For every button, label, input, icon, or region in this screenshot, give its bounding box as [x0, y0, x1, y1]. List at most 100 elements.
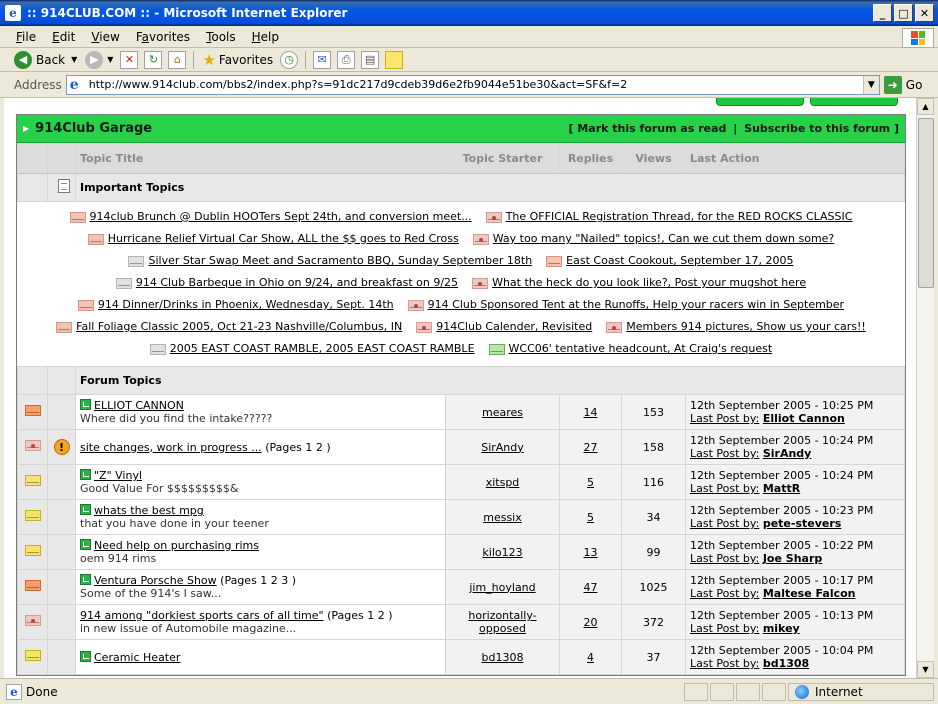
important-topic[interactable]: 914 Club Sponsored Tent at the Runoffs, …	[407, 294, 844, 316]
messenger-icon[interactable]	[385, 50, 404, 69]
new-post-icon[interactable]	[80, 574, 91, 585]
address-dropdown-icon[interactable]: ▼	[862, 75, 879, 94]
important-topic[interactable]: What the heck do you look like?, Post yo…	[472, 272, 806, 294]
address-url[interactable]: http://www.914club.com/bbs2/index.php?s=…	[89, 78, 863, 91]
important-topic-link[interactable]: 914club Brunch @ Dublin HOOTers Sept 24t…	[90, 206, 472, 228]
home-icon[interactable]: ⌂	[168, 50, 187, 69]
replies-link[interactable]: 13	[584, 546, 598, 559]
topic-link[interactable]: "Z" Vinyl	[94, 469, 142, 482]
last-poster-link[interactable]: Elliot Cannon	[763, 412, 845, 425]
replies-link[interactable]: 5	[587, 476, 594, 489]
topic-link[interactable]: 914 among "dorkiest sports cars of all t…	[80, 609, 324, 622]
replies-link[interactable]: 27	[584, 441, 598, 454]
menu-tools[interactable]: Tools	[198, 30, 244, 44]
menu-edit[interactable]: Edit	[44, 30, 83, 44]
last-poster-link[interactable]: SirAndy	[763, 447, 812, 460]
back-dropdown-icon[interactable]: ▼	[71, 55, 77, 64]
menu-file[interactable]: File	[8, 30, 44, 44]
new-post-icon[interactable]	[80, 504, 91, 515]
go-button[interactable]: ➜ Go	[883, 75, 922, 94]
topic-link[interactable]: ELLIOT CANNON	[94, 399, 184, 412]
topic-starter-link[interactable]: kilo123	[482, 546, 522, 559]
replies-link[interactable]: 20	[584, 616, 598, 629]
important-topic[interactable]: WCC06' tentative headcount, At Craig's r…	[488, 338, 773, 360]
last-poster-link[interactable]: bd1308	[763, 657, 809, 670]
back-button[interactable]: ◀ Back ▼	[10, 49, 81, 71]
history-icon[interactable]: ◷	[280, 50, 299, 69]
important-topic-link[interactable]: Silver Star Swap Meet and Sacramento BBQ…	[148, 250, 532, 272]
important-topic[interactable]: Silver Star Swap Meet and Sacramento BBQ…	[128, 250, 532, 272]
stop-icon[interactable]: ✕	[120, 50, 139, 69]
replies-link[interactable]: 47	[584, 581, 598, 594]
last-poster-link[interactable]: Joe Sharp	[763, 552, 822, 565]
important-topic-link[interactable]: What the heck do you look like?, Post yo…	[492, 272, 806, 294]
refresh-icon[interactable]: ↻	[144, 50, 163, 69]
important-topic-link[interactable]: Fall Foliage Classic 2005, Oct 21-23 Nas…	[76, 316, 402, 338]
replies-link[interactable]: 14	[584, 406, 598, 419]
topic-pages[interactable]: (Pages 1 2 3 )	[220, 574, 296, 587]
important-topic[interactable]: The OFFICIAL Registration Thread, for th…	[485, 206, 853, 228]
topic-link[interactable]: Need help on purchasing rims	[94, 539, 259, 552]
important-topic-link[interactable]: Members 914 pictures, Show us your cars!…	[626, 316, 866, 338]
print-icon[interactable]: ⎙	[337, 50, 356, 69]
topic-pages[interactable]: (Pages 1 2 )	[265, 441, 330, 454]
important-topic[interactable]: Members 914 pictures, Show us your cars!…	[606, 316, 866, 338]
important-topic[interactable]: Fall Foliage Classic 2005, Oct 21-23 Nas…	[56, 316, 402, 338]
new-poll-button[interactable]	[810, 98, 898, 106]
edit-page-icon[interactable]: ▤	[361, 50, 380, 69]
replies-link[interactable]: 4	[587, 651, 594, 664]
topic-starter-link[interactable]: jim_hoyland	[469, 581, 535, 594]
important-topic-link[interactable]: East Coast Cookout, September 17, 2005	[566, 250, 793, 272]
address-input[interactable]: e http://www.914club.com/bbs2/index.php?…	[65, 74, 880, 95]
important-topic-link[interactable]: Way too many "Nailed" topics!, Can we cu…	[493, 228, 835, 250]
topic-link[interactable]: whats the best mpg	[94, 504, 204, 517]
last-poster-link[interactable]: pete-stevers	[763, 517, 842, 530]
new-post-icon[interactable]	[80, 539, 91, 550]
important-topic-link[interactable]: 914 Club Sponsored Tent at the Runoffs, …	[428, 294, 844, 316]
forward-button[interactable]: ▶ ▼	[81, 49, 117, 71]
page-viewport[interactable]: ▶ 914Club Garage [ Mark this forum as re…	[4, 98, 916, 678]
important-topic-link[interactable]: 2005 EAST COAST RAMBLE, 2005 EAST COAST …	[170, 338, 475, 360]
vertical-scrollbar[interactable]: ▲ ▼	[916, 98, 934, 678]
topic-link[interactable]: site changes, work in progress ...	[80, 441, 262, 454]
scroll-up-icon[interactable]: ▲	[917, 98, 934, 115]
new-post-icon[interactable]	[80, 650, 91, 662]
last-poster-link[interactable]: MattR	[763, 482, 800, 495]
important-topic[interactable]: Way too many "Nailed" topics!, Can we cu…	[472, 228, 835, 250]
important-topic[interactable]: East Coast Cookout, September 17, 2005	[546, 250, 794, 272]
window-titlebar[interactable]: e :: 914CLUB.COM :: - Microsoft Internet…	[0, 0, 938, 26]
menu-view[interactable]: View	[83, 30, 127, 44]
topic-starter-link[interactable]: meares	[482, 406, 523, 419]
favorites-button[interactable]: ★ Favorites	[198, 49, 277, 71]
important-topic-link[interactable]: Hurricane Relief Virtual Car Show, ALL t…	[108, 228, 459, 250]
important-topic-link[interactable]: 914 Dinner/Drinks in Phoenix, Wednesday,…	[98, 294, 394, 316]
mark-read-link[interactable]: Mark this forum as read	[577, 122, 726, 135]
important-topic[interactable]: Hurricane Relief Virtual Car Show, ALL t…	[87, 228, 459, 250]
new-post-icon[interactable]	[80, 399, 91, 410]
important-topic-link[interactable]: 914 Club Barbeque in Ohio on 9/24, and b…	[136, 272, 458, 294]
important-topic-link[interactable]: 914Club Calender, Revisited	[436, 316, 592, 338]
scroll-thumb[interactable]	[918, 118, 934, 288]
topic-starter-link[interactable]: messix	[483, 511, 522, 524]
topic-pages[interactable]: (Pages 1 2 )	[327, 609, 392, 622]
important-topic[interactable]: 914club Brunch @ Dublin HOOTers Sept 24t…	[69, 206, 472, 228]
important-topic[interactable]: 914 Dinner/Drinks in Phoenix, Wednesday,…	[77, 294, 394, 316]
last-poster-link[interactable]: Maltese Falcon	[763, 587, 856, 600]
topic-starter-link[interactable]: horizontally-opposed	[463, 609, 543, 635]
subscribe-link[interactable]: Subscribe to this forum	[744, 122, 890, 135]
topic-link[interactable]: Ceramic Heater	[94, 651, 180, 664]
menu-favorites[interactable]: Favorites	[128, 30, 198, 44]
replies-link[interactable]: 5	[587, 511, 594, 524]
close-button[interactable]: ✕	[915, 4, 934, 22]
important-topic[interactable]: 914 Club Barbeque in Ohio on 9/24, and b…	[115, 272, 458, 294]
last-poster-link[interactable]: mikey	[763, 622, 800, 635]
important-topic-link[interactable]: The OFFICIAL Registration Thread, for th…	[506, 206, 853, 228]
topic-starter-link[interactable]: xitspd	[486, 476, 520, 489]
important-topic-link[interactable]: WCC06' tentative headcount, At Craig's r…	[509, 338, 773, 360]
collapse-arrow-icon[interactable]: ▶	[23, 124, 29, 133]
topic-link[interactable]: Ventura Porsche Show	[94, 574, 217, 587]
scroll-down-icon[interactable]: ▼	[917, 661, 934, 678]
important-topic[interactable]: 2005 EAST COAST RAMBLE, 2005 EAST COAST …	[149, 338, 475, 360]
important-topic[interactable]: 914Club Calender, Revisited	[416, 316, 592, 338]
maximize-button[interactable]: □	[894, 4, 913, 22]
